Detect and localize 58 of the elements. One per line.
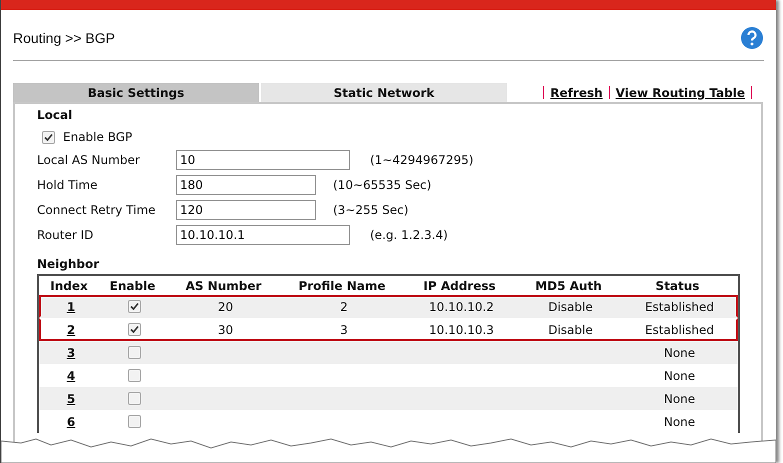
field-hint: (e.g. 1.2.3.4) [370, 228, 448, 242]
input-field[interactable]: 10 [176, 150, 350, 170]
table-cell-text: None [662, 414, 696, 428]
table-cell-text: None [662, 392, 696, 406]
table-cell-text: 10.10.10.2 [428, 300, 495, 314]
field-hint: (1~4294967295) [370, 152, 474, 166]
tab[interactable]: Static Network [261, 83, 507, 102]
checkbox[interactable] [42, 130, 55, 144]
column-header: Index [49, 278, 89, 292]
field-label: Connect Retry Time [37, 202, 157, 216]
section-heading: Neighbor [37, 257, 100, 271]
column-header: AS Number [184, 278, 262, 292]
checkbox[interactable] [128, 346, 141, 359]
index-link[interactable]: 1 [41, 300, 101, 314]
index-link[interactable]: 5 [41, 392, 101, 406]
checkbox[interactable] [128, 415, 141, 428]
table-cell-text: None [662, 346, 696, 360]
table-cell-text: Disable [547, 322, 594, 336]
table-cell-text: None [662, 368, 696, 382]
index-link[interactable]: 4 [41, 368, 101, 382]
column-header: Enable [108, 278, 156, 292]
table-cell-text: Established [644, 322, 716, 336]
input-field[interactable]: 10.10.10.1 [176, 224, 350, 244]
input-field[interactable]: 120 [176, 200, 316, 220]
link[interactable]: View Routing Table [616, 86, 745, 100]
checkbox[interactable] [128, 300, 141, 313]
help-icon[interactable] [740, 26, 764, 50]
column-header: Status [654, 278, 700, 292]
field-label: Router ID [37, 228, 94, 242]
field-label: Local AS Number [37, 152, 141, 166]
table-cell-text: 30 [216, 322, 234, 336]
field-hint: (10~65535 Sec) [333, 178, 432, 192]
table-cell-text: 3 [339, 322, 349, 336]
table-cell-text: Established [644, 300, 716, 314]
index-link[interactable]: 2 [41, 322, 101, 336]
separator [751, 86, 752, 99]
checkbox[interactable] [128, 369, 141, 382]
index-link[interactable]: 3 [41, 346, 101, 360]
table-cell-text: 20 [216, 300, 234, 314]
index-link[interactable]: 6 [41, 414, 101, 428]
table-cell-text: 10.10.10.3 [428, 322, 495, 336]
checkbox-label: Enable BGP [63, 130, 132, 144]
column-header: MD5 Auth [534, 278, 603, 292]
breadcrumb: Routing >> BGP [13, 30, 115, 46]
column-header: IP Address [422, 278, 497, 292]
section-heading: Local [37, 108, 74, 122]
checkbox[interactable] [128, 323, 141, 336]
table-cell-text: 2 [339, 300, 349, 314]
tab[interactable]: Basic Settings [13, 83, 259, 102]
input-field[interactable]: 180 [176, 174, 316, 194]
field-label: Hold Time [37, 178, 98, 192]
link[interactable]: Refresh [550, 86, 603, 100]
table-cell-text: Disable [547, 300, 594, 314]
separator [543, 86, 544, 99]
field-hint: (3~255 Sec) [333, 202, 408, 216]
separator [608, 86, 610, 99]
column-header: Profile Name [297, 278, 387, 292]
checkbox[interactable] [128, 392, 141, 405]
